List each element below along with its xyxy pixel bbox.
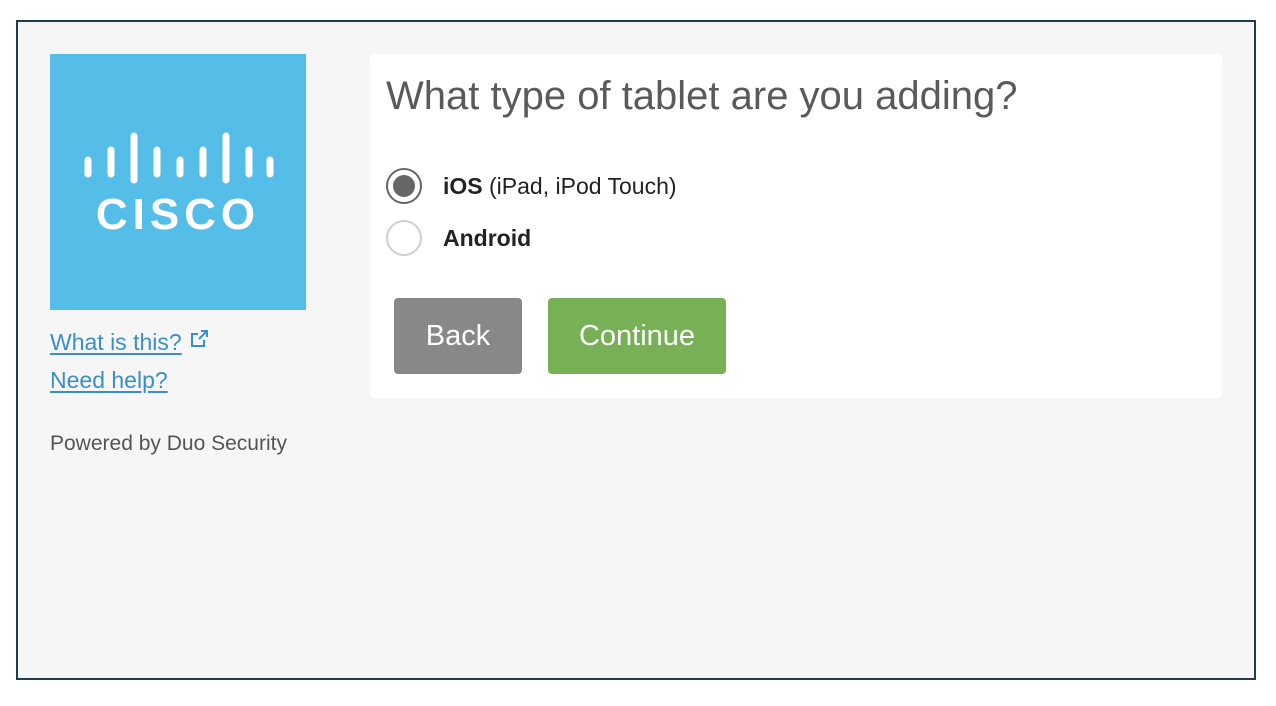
device-type-card: What type of tablet are you adding? iOS … (370, 54, 1222, 398)
duo-prompt-frame: CISCO What is this? Need help? Powered b… (16, 20, 1256, 680)
page-title: What type of tablet are you adding? (386, 74, 1018, 118)
need-help-link[interactable]: Need help? (50, 367, 168, 394)
cisco-logo-text: CISCO (96, 190, 260, 239)
option-ios[interactable]: iOS (iPad, iPod Touch) (386, 166, 677, 206)
what-is-this-link[interactable]: What is this? (50, 327, 209, 356)
option-android[interactable]: Android (386, 218, 531, 258)
back-button[interactable]: Back (394, 298, 522, 374)
ios-detail: (iPad, iPod Touch) (482, 172, 677, 199)
ios-label: iOS (iPad, iPod Touch) (443, 173, 677, 200)
ios-name: iOS (443, 172, 483, 199)
cisco-logo: CISCO (50, 54, 306, 310)
external-link-icon (190, 327, 209, 354)
what-is-this-label: What is this? (50, 329, 182, 355)
cisco-logo-icon: CISCO (84, 132, 274, 239)
android-label: Android (443, 225, 531, 252)
android-name: Android (443, 224, 532, 251)
continue-button[interactable]: Continue (548, 298, 726, 374)
powered-by-text: Powered by Duo Security (50, 432, 287, 455)
android-radio[interactable] (386, 220, 422, 256)
ios-radio[interactable] (386, 168, 422, 204)
